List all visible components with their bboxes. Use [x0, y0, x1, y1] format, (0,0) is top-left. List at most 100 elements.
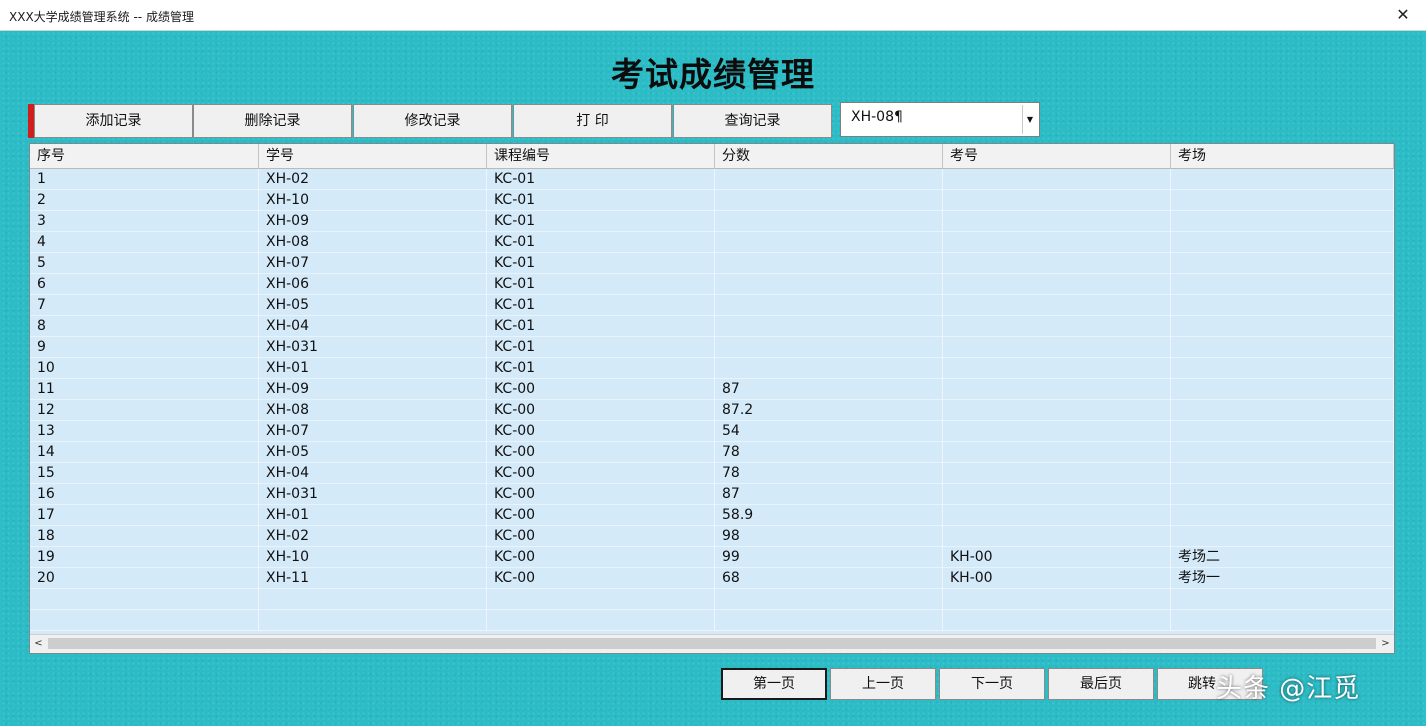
table-cell[interactable]: [715, 253, 943, 274]
table-cell[interactable]: XH-08: [259, 400, 487, 421]
table-row[interactable]: 10 XH-01 KC-01: [30, 358, 1394, 379]
table-row[interactable]: [30, 589, 1394, 610]
table-cell[interactable]: [943, 421, 1171, 442]
table-cell[interactable]: [943, 442, 1171, 463]
table-cell[interactable]: KC-01: [487, 211, 715, 232]
table-cell[interactable]: 78: [715, 442, 943, 463]
table-cell[interactable]: 10: [30, 358, 259, 379]
table-cell[interactable]: [487, 610, 715, 631]
table-cell[interactable]: [1171, 379, 1394, 400]
table-row[interactable]: 11 XH-09 KC-00 87: [30, 379, 1394, 400]
scroll-left-icon[interactable]: <: [30, 635, 47, 653]
table-cell[interactable]: [943, 190, 1171, 211]
table-cell[interactable]: [1171, 337, 1394, 358]
table-cell[interactable]: 9: [30, 337, 259, 358]
table-cell[interactable]: [715, 337, 943, 358]
table-cell[interactable]: KC-01: [487, 253, 715, 274]
table-cell[interactable]: 6: [30, 274, 259, 295]
table-cell[interactable]: XH-06: [259, 274, 487, 295]
table-cell[interactable]: 11: [30, 379, 259, 400]
table-cell[interactable]: KC-00: [487, 442, 715, 463]
table-cell[interactable]: 8: [30, 316, 259, 337]
table-cell[interactable]: XH-07: [259, 253, 487, 274]
table-cell[interactable]: [943, 526, 1171, 547]
table-cell[interactable]: [1171, 610, 1394, 631]
table-cell[interactable]: XH-02: [259, 169, 487, 190]
table-cell[interactable]: KC-00: [487, 484, 715, 505]
table-cell[interactable]: XH-01: [259, 505, 487, 526]
table-cell[interactable]: [30, 610, 259, 631]
query-combo-box[interactable]: XH-08¶ ▼: [840, 102, 1040, 137]
table-cell[interactable]: 13: [30, 421, 259, 442]
table-cell[interactable]: [1171, 274, 1394, 295]
table-row[interactable]: 19 XH-10 KC-00 99 KH-00 考场二: [30, 547, 1394, 568]
table-cell[interactable]: 18: [30, 526, 259, 547]
table-row[interactable]: 15 XH-04 KC-00 78: [30, 463, 1394, 484]
table-cell[interactable]: 考场一: [1171, 568, 1394, 589]
add-record-button[interactable]: 添加记录: [34, 104, 193, 138]
table-cell[interactable]: XH-02: [259, 526, 487, 547]
table-row[interactable]: 20 XH-11 KC-00 68 KH-00 考场一: [30, 568, 1394, 589]
table-cell[interactable]: [715, 316, 943, 337]
table-cell[interactable]: KC-00: [487, 526, 715, 547]
table-cell[interactable]: 4: [30, 232, 259, 253]
table-cell[interactable]: [1171, 589, 1394, 610]
table-cell[interactable]: [259, 589, 487, 610]
table-cell[interactable]: 19: [30, 547, 259, 568]
table-cell[interactable]: [715, 358, 943, 379]
table-cell[interactable]: KH-00: [943, 568, 1171, 589]
table-cell[interactable]: 98: [715, 526, 943, 547]
table-cell[interactable]: [715, 211, 943, 232]
table-cell[interactable]: [715, 274, 943, 295]
table-cell[interactable]: KC-01: [487, 190, 715, 211]
table-cell[interactable]: XH-10: [259, 190, 487, 211]
table-cell[interactable]: KC-01: [487, 232, 715, 253]
table-cell[interactable]: [715, 190, 943, 211]
table-cell[interactable]: XH-07: [259, 421, 487, 442]
table-cell[interactable]: [943, 505, 1171, 526]
table-cell[interactable]: XH-04: [259, 316, 487, 337]
table-cell[interactable]: 54: [715, 421, 943, 442]
table-cell[interactable]: KC-00: [487, 400, 715, 421]
horizontal-scrollbar[interactable]: < >: [30, 634, 1394, 653]
table-cell[interactable]: 3: [30, 211, 259, 232]
table-cell[interactable]: KC-00: [487, 421, 715, 442]
prev-page-button[interactable]: 上一页: [830, 668, 936, 700]
table-cell[interactable]: KC-00: [487, 547, 715, 568]
table-cell[interactable]: KC-00: [487, 379, 715, 400]
table-row[interactable]: 16 XH-031 KC-00 87: [30, 484, 1394, 505]
table-cell[interactable]: [1171, 190, 1394, 211]
table-cell[interactable]: [1171, 253, 1394, 274]
table-cell[interactable]: [943, 379, 1171, 400]
table-cell[interactable]: KC-00: [487, 568, 715, 589]
column-header[interactable]: 考号: [943, 144, 1171, 168]
table-row[interactable]: [30, 610, 1394, 631]
dropdown-arrow-icon[interactable]: ▼: [1022, 105, 1037, 134]
table-cell[interactable]: [943, 463, 1171, 484]
table-cell[interactable]: XH-031: [259, 484, 487, 505]
table-cell[interactable]: 87: [715, 379, 943, 400]
table-cell[interactable]: 17: [30, 505, 259, 526]
close-icon[interactable]: ✕: [1390, 3, 1416, 27]
table-row[interactable]: 3 XH-09 KC-01: [30, 211, 1394, 232]
table-row[interactable]: 18 XH-02 KC-00 98: [30, 526, 1394, 547]
table-cell[interactable]: XH-05: [259, 295, 487, 316]
table-cell[interactable]: [943, 589, 1171, 610]
table-cell[interactable]: [1171, 358, 1394, 379]
table-cell[interactable]: [1171, 526, 1394, 547]
table-cell[interactable]: KC-01: [487, 337, 715, 358]
table-cell[interactable]: [943, 274, 1171, 295]
table-cell[interactable]: 5: [30, 253, 259, 274]
table-cell[interactable]: [715, 610, 943, 631]
table-cell[interactable]: XH-09: [259, 211, 487, 232]
table-row[interactable]: 1 XH-02 KC-01: [30, 169, 1394, 190]
column-header[interactable]: 课程编号: [487, 144, 715, 168]
table-cell[interactable]: [715, 232, 943, 253]
table-cell[interactable]: [1171, 169, 1394, 190]
table-cell[interactable]: KC-00: [487, 463, 715, 484]
table-cell[interactable]: [30, 589, 259, 610]
table-cell[interactable]: [1171, 211, 1394, 232]
table-cell[interactable]: KC-01: [487, 316, 715, 337]
table-cell[interactable]: [715, 295, 943, 316]
column-header[interactable]: 学号: [259, 144, 487, 168]
